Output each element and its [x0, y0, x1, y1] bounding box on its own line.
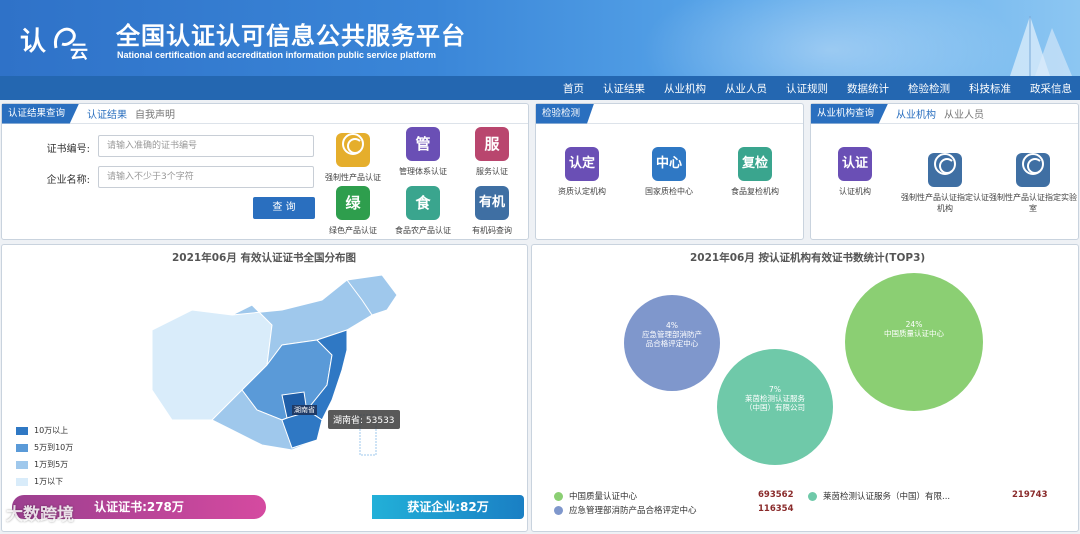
query-button[interactable]: 查 询 [253, 197, 315, 219]
nav-item[interactable]: 认证结果 [603, 81, 645, 96]
service-organic[interactable]: 有机 有机码查询 [454, 186, 530, 236]
header-glow [640, 0, 1020, 76]
cert-body-icon: 认证 [838, 147, 872, 181]
site-header: 认 云 全国认证认可信息公共服务平台 National certificatio… [0, 0, 1080, 76]
tab-cert-results[interactable]: 认证结果 [87, 106, 127, 121]
inspection-item-recheck[interactable]: 复检 食品复检机构 [717, 147, 793, 197]
recheck-icon: 复检 [738, 147, 772, 181]
site-logo[interactable]: 认 云 [18, 18, 96, 62]
ranking-row[interactable]: 莱茵检测认证服务（中国）有限... [808, 490, 950, 502]
building-decoration [1010, 16, 1072, 76]
svg-text:认: 认 [20, 27, 46, 57]
food-icon: 食 [406, 186, 440, 220]
bubble-cqc[interactable]: 24% 中国质量认证中心 [845, 273, 983, 411]
ranking-value: 693562 [758, 490, 794, 500]
bubble-panel: 2021年06月 按认证机构有效证书数统计(TOP3) 4% 应急管理部消防产品… [531, 244, 1079, 532]
legend-item[interactable]: 1万到5万 [16, 459, 68, 470]
ccc-icon [1016, 153, 1050, 187]
ranking-row[interactable]: 应急管理部消防产品合格评定中心 [554, 504, 697, 516]
site-title: 全国认证认可信息公共服务平台 [116, 22, 466, 50]
nav-item[interactable]: 科技标准 [969, 81, 1011, 96]
cert-query-title: 认证结果查询 [2, 103, 80, 124]
map-marker: 湖南省 [292, 405, 317, 415]
agency-query-panel: 从业机构查询 从业机构 从业人员 认证 认证机构 强制性产品认证指定认证机构 强… [810, 103, 1079, 240]
service-green[interactable]: 绿 绿色产品认证 [315, 186, 391, 236]
nav-item[interactable]: 政采信息 [1030, 81, 1072, 96]
bubble-fire-center[interactable]: 4% 应急管理部消防产品合格评定中心 [624, 295, 720, 391]
agency-item-cert-body[interactable]: 认证 认证机构 [817, 147, 893, 197]
ranking-value: 116354 [758, 504, 794, 514]
legend-item[interactable]: 1万以下 [16, 476, 63, 487]
tab-personnel[interactable]: 从业人员 [944, 106, 984, 121]
agency-item-ccc-lab[interactable]: 强制性产品认证指定实验室 [989, 147, 1077, 214]
china-map[interactable] [132, 270, 412, 470]
tab-self-declaration[interactable]: 自我声明 [135, 106, 175, 121]
nav-item[interactable]: 首页 [563, 81, 584, 96]
inspection-item-center[interactable]: 中心 国家质检中心 [631, 147, 707, 197]
nav-item[interactable]: 认证规则 [786, 81, 828, 96]
enterprise-total-badge: 获证企业:82万 [372, 495, 524, 519]
service-management[interactable]: 管 管理体系认证 [385, 127, 461, 177]
company-label: 企业名称: [46, 175, 90, 186]
bubble-title: 2021年06月 按认证机构有效证书数统计(TOP3) [690, 252, 926, 264]
agency-query-title: 从业机构查询 [811, 103, 889, 124]
organic-icon: 有机 [475, 186, 509, 220]
ccc-icon [928, 153, 962, 187]
nav-item[interactable]: 数据统计 [847, 81, 889, 96]
ranking-value: 219743 [1012, 490, 1048, 500]
ccc-icon [336, 133, 370, 167]
cert-no-label: 证书编号: [46, 144, 90, 155]
site-subtitle: National certification and accreditation… [117, 50, 437, 60]
inspection-title: 检验检测 [536, 103, 595, 124]
service-service[interactable]: 服 服务认证 [454, 127, 530, 177]
company-input[interactable]: 请输入不少于3个字符 [98, 166, 314, 188]
map-title: 2021年06月 有效认证证书全国分布图 [172, 252, 356, 264]
cert-no-input[interactable]: 请输入准确的证书编号 [98, 135, 314, 157]
qualification-icon: 认定 [565, 147, 599, 181]
service-icon: 服 [475, 127, 509, 161]
nav-item[interactable]: 从业机构 [664, 81, 706, 96]
service-ccc[interactable]: 强制性产品认证 [315, 127, 391, 183]
green-icon: 绿 [336, 186, 370, 220]
bubble-tuv[interactable]: 7% 莱茵检测认证服务（中国）有限公司 [717, 349, 833, 465]
center-icon: 中心 [652, 147, 686, 181]
ranking-row[interactable]: 中国质量认证中心 [554, 490, 637, 502]
service-food[interactable]: 食 食品农产品认证 [385, 186, 461, 236]
legend-item[interactable]: 5万到10万 [16, 442, 73, 453]
nav-item[interactable]: 从业人员 [725, 81, 767, 96]
nav-item[interactable]: 检验检测 [908, 81, 950, 96]
agency-item-ccc-body[interactable]: 强制性产品认证指定认证机构 [901, 147, 989, 214]
svg-text:云: 云 [70, 42, 88, 62]
map-tooltip: 湖南省: 53533 [328, 410, 400, 429]
cert-query-panel: 认证结果查询 认证结果 自我声明 证书编号: 请输入准确的证书编号 企业名称: … [1, 103, 529, 240]
map-panel: 2021年06月 有效认证证书全国分布图 湖南省 湖南省: 53533 10万以… [1, 244, 528, 532]
watermark: 大数跨境 [6, 505, 74, 525]
inspection-panel: 检验检测 认定 资质认定机构 中心 国家质检中心 复检 食品复检机构 [535, 103, 804, 240]
legend-item[interactable]: 10万以上 [16, 425, 68, 436]
tab-agencies[interactable]: 从业机构 [896, 106, 936, 121]
management-icon: 管 [406, 127, 440, 161]
inspection-item-qualification[interactable]: 认定 资质认定机构 [544, 147, 620, 197]
main-nav: 首页 认证结果 从业机构 从业人员 认证规则 数据统计 检验检测 科技标准 政采信息 [0, 76, 1080, 100]
